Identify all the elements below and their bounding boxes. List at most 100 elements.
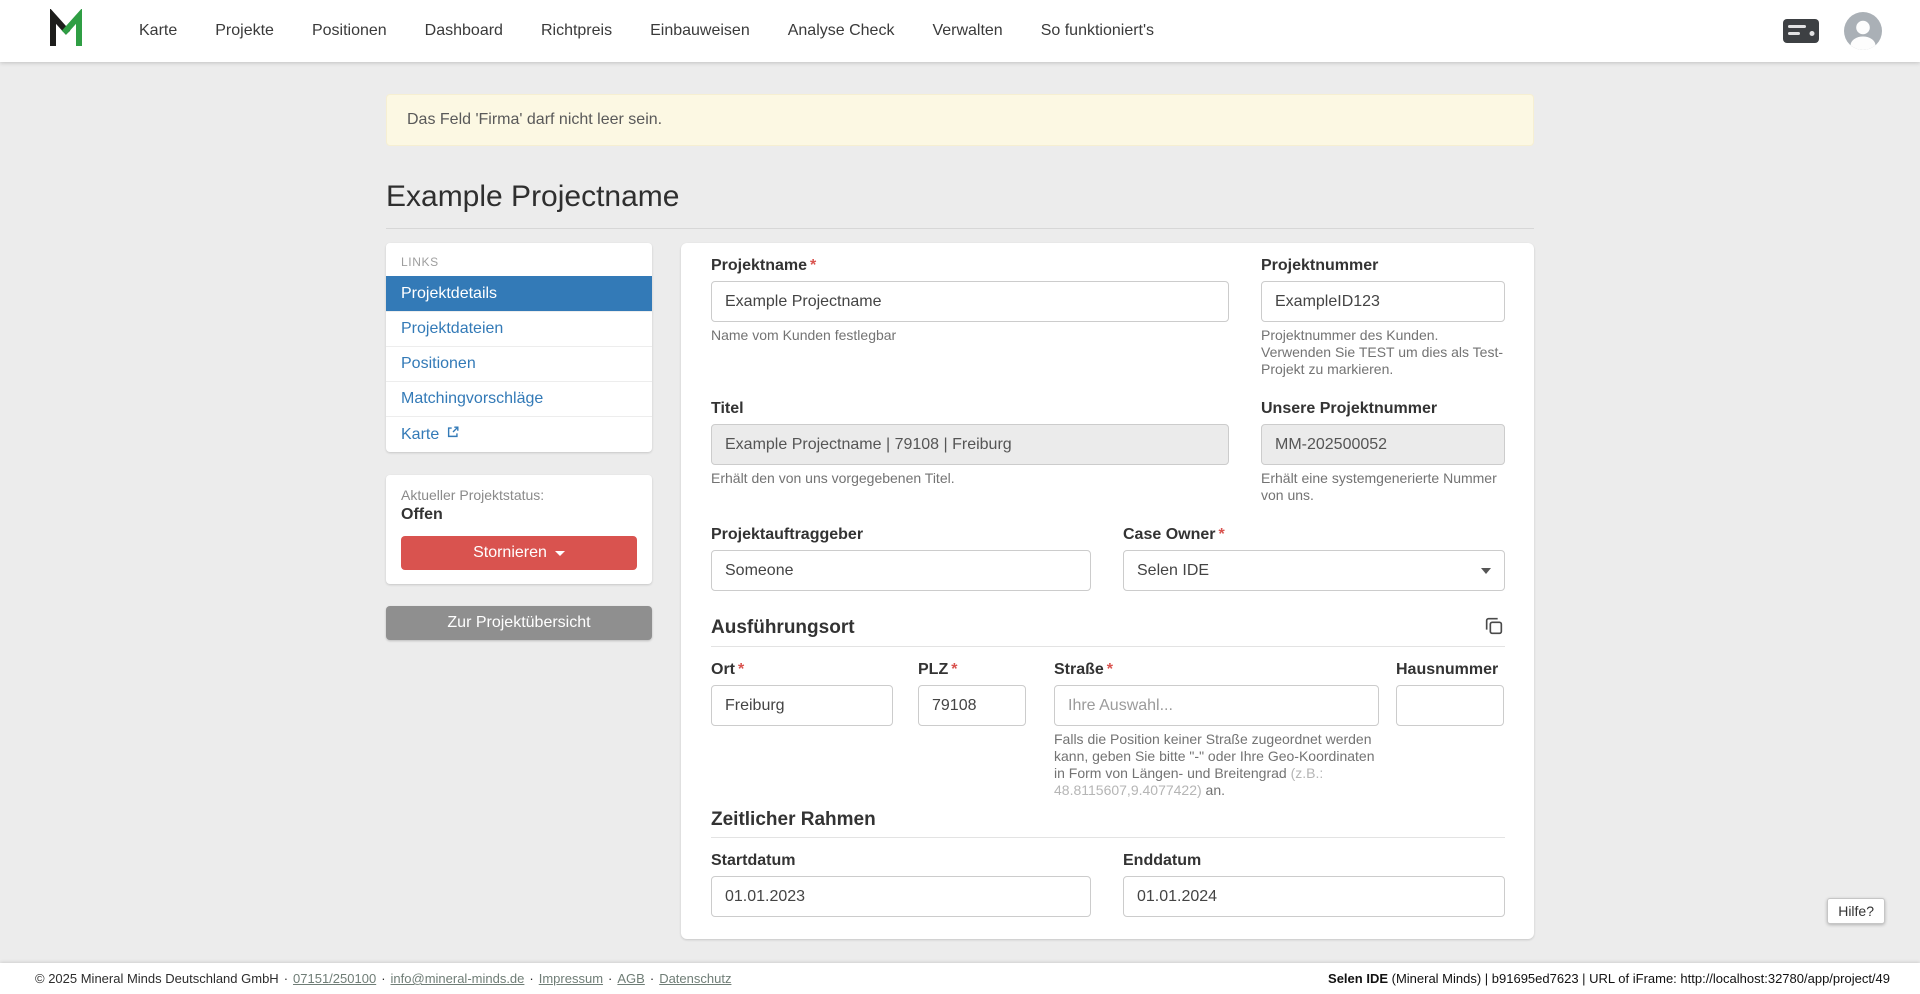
sidebar-item-label: Projektdetails — [401, 285, 497, 303]
nav-item-verwalten[interactable]: Verwalten — [913, 0, 1021, 62]
top-navbar: Karte Projekte Positionen Dashboard Rich… — [0, 0, 1920, 62]
stornieren-button[interactable]: Stornieren — [401, 536, 637, 570]
main-navigation: Karte Projekte Positionen Dashboard Rich… — [120, 0, 1173, 62]
ausfuehrungsort-heading: Ausführungsort — [711, 617, 855, 639]
nav-item-analyse-check[interactable]: Analyse Check — [769, 0, 914, 62]
brand-logo[interactable] — [46, 9, 86, 54]
sidebar-item-matchingvorschlaege[interactable]: Matchingvorschläge — [386, 381, 652, 416]
required-marker: * — [738, 661, 744, 678]
plz-label: PLZ* — [918, 661, 1026, 679]
hausnummer-input[interactable] — [1396, 685, 1504, 726]
case-owner-label: Case Owner* — [1123, 526, 1505, 544]
datenschutz-link[interactable]: Datenschutz — [659, 971, 731, 986]
nav-item-so-funktionierts[interactable]: So funktioniert's — [1022, 0, 1173, 62]
titel-label: Titel — [711, 400, 1229, 418]
project-status-card: Aktueller Projektstatus: Offen Storniere… — [386, 475, 652, 584]
strasse-input[interactable] — [1054, 685, 1379, 726]
required-marker: * — [1218, 526, 1224, 543]
sidebar-links-card: LINKS Projektdetails Projektdateien Posi… — [386, 243, 652, 452]
zur-projektuebersicht-button[interactable]: Zur Projektübersicht — [386, 606, 652, 640]
strasse-label: Straße* — [1054, 661, 1379, 679]
phone-link[interactable]: 07151/250100 — [293, 971, 376, 986]
nav-item-karte[interactable]: Karte — [120, 0, 196, 62]
footer-separator: · — [284, 971, 288, 986]
email-link[interactable]: info@mineral-minds.de — [391, 971, 525, 986]
case-owner-value: Selen IDE — [1137, 562, 1209, 580]
help-button[interactable]: Hilfe? — [1827, 898, 1885, 924]
impressum-link[interactable]: Impressum — [539, 971, 603, 986]
chevron-down-icon — [1481, 568, 1491, 574]
project-details-form: Projektname* Name vom Kunden festlegbar … — [681, 243, 1534, 939]
unsere-projektnummer-helper: Erhält eine systemgenerierte Nummer von … — [1261, 470, 1505, 504]
sidebar-item-label: Projektdateien — [401, 320, 503, 338]
section-divider — [711, 837, 1505, 838]
sidebar-item-label: Positionen — [401, 355, 476, 373]
nav-item-einbauweisen[interactable]: Einbauweisen — [631, 0, 769, 62]
projektauftraggeber-input[interactable] — [711, 550, 1091, 591]
page-footer: © 2025 Mineral Minds Deutschland GmbH · … — [0, 963, 1920, 994]
session-user: Selen IDE — [1328, 971, 1388, 986]
footer-separator: · — [381, 971, 385, 986]
copy-icon — [1483, 615, 1505, 640]
copyright-text: © 2025 Mineral Minds Deutschland GmbH — [35, 971, 279, 986]
copy-address-button[interactable] — [1483, 615, 1505, 640]
nav-item-projekte[interactable]: Projekte — [196, 0, 293, 62]
sidebar-item-projektdetails[interactable]: Projektdetails — [386, 276, 652, 311]
required-marker: * — [810, 257, 816, 274]
status-label: Aktueller Projektstatus: — [401, 487, 637, 503]
projektname-label: Projektname* — [711, 257, 1229, 275]
projektnummer-label: Projektnummer — [1261, 257, 1505, 275]
projektnummer-helper: Projektnummer des Kunden. Verwenden Sie … — [1261, 327, 1505, 378]
sidebar-item-label: Matchingvorschläge — [401, 390, 543, 408]
unsere-projektnummer-label: Unsere Projektnummer — [1261, 400, 1505, 418]
enddatum-input[interactable] — [1123, 876, 1505, 917]
required-marker: * — [1107, 661, 1113, 678]
validation-alert-text: Das Feld 'Firma' darf nicht leer sein. — [407, 111, 662, 129]
session-details: (Mineral Minds) | b91695ed7623 | URL of … — [1388, 971, 1890, 986]
nav-item-richtpreis[interactable]: Richtpreis — [522, 0, 631, 62]
nav-item-dashboard[interactable]: Dashboard — [406, 0, 522, 62]
footer-separator: · — [608, 971, 612, 986]
projektnummer-input[interactable] — [1261, 281, 1505, 322]
session-info: Selen IDE (Mineral Minds) | b91695ed7623… — [1328, 971, 1890, 986]
sidebar-item-label: Karte — [401, 426, 439, 444]
main-region: Das Feld 'Firma' darf nicht leer sein. E… — [0, 62, 1920, 963]
ort-label: Ort* — [711, 661, 893, 679]
section-divider — [711, 646, 1505, 647]
user-avatar[interactable] — [1844, 12, 1882, 50]
strasse-helper: Falls die Position keiner Straße zugeord… — [1054, 731, 1379, 799]
projektname-helper: Name vom Kunden festlegbar — [711, 327, 1229, 344]
server-icon[interactable] — [1782, 18, 1820, 44]
sidebar-item-karte[interactable]: Karte — [386, 416, 652, 452]
stornieren-label: Stornieren — [473, 544, 547, 562]
sidebar-item-positionen[interactable]: Positionen — [386, 346, 652, 381]
case-owner-select[interactable]: Selen IDE — [1123, 550, 1505, 591]
required-marker: * — [951, 661, 957, 678]
external-link-icon — [446, 425, 460, 444]
projektauftraggeber-label: Projektauftraggeber — [711, 526, 1091, 544]
titel-input — [711, 424, 1229, 465]
startdatum-input[interactable] — [711, 876, 1091, 917]
footer-separator: · — [529, 971, 533, 986]
footer-links: © 2025 Mineral Minds Deutschland GmbH · … — [35, 971, 731, 986]
ort-input[interactable] — [711, 685, 893, 726]
plz-input[interactable] — [918, 685, 1026, 726]
projektname-input[interactable] — [711, 281, 1229, 322]
agb-link[interactable]: AGB — [617, 971, 644, 986]
zeitlicher-rahmen-heading: Zeitlicher Rahmen — [711, 809, 876, 831]
nav-item-positionen[interactable]: Positionen — [293, 0, 406, 62]
caret-down-icon — [555, 551, 565, 556]
hausnummer-label: Hausnummer — [1396, 661, 1504, 679]
footer-separator: · — [650, 971, 654, 986]
sidebar-links-header: LINKS — [386, 243, 652, 276]
titel-helper: Erhält den von uns vorgegebenen Titel. — [711, 470, 1229, 487]
navbar-actions — [1782, 12, 1882, 50]
validation-alert: Das Feld 'Firma' darf nicht leer sein. — [386, 94, 1534, 146]
project-sidebar: LINKS Projektdetails Projektdateien Posi… — [386, 243, 652, 640]
status-value: Offen — [401, 506, 637, 524]
unsere-projektnummer-input — [1261, 424, 1505, 465]
sidebar-item-projektdateien[interactable]: Projektdateien — [386, 311, 652, 346]
startdatum-label: Startdatum — [711, 852, 1091, 870]
mineral-minds-logo-icon — [46, 9, 86, 54]
title-divider — [386, 228, 1534, 229]
